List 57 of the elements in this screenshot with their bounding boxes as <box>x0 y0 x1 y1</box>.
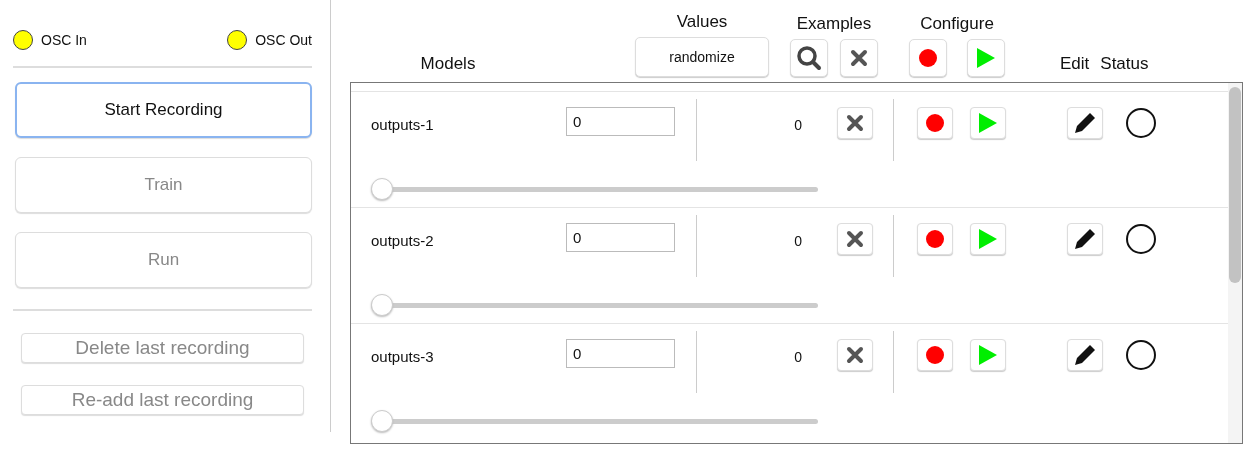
edit-button[interactable] <box>1067 339 1103 371</box>
column-header: Examples <box>796 14 872 34</box>
model-name: outputs-2 <box>371 231 435 249</box>
edit-button[interactable] <box>1067 223 1103 255</box>
edit-button[interactable] <box>1067 107 1103 139</box>
column-header: Values <box>676 12 728 32</box>
slider[interactable] <box>371 294 818 316</box>
close-icon <box>846 230 864 248</box>
status-icon <box>1126 108 1156 138</box>
clear-button[interactable] <box>837 107 873 139</box>
close-icon <box>850 49 868 67</box>
pencil-icon <box>1072 342 1098 368</box>
play-icon <box>978 112 998 134</box>
record-button[interactable] <box>917 223 953 255</box>
status-icon <box>1126 340 1156 370</box>
clear-button[interactable] <box>837 223 873 255</box>
play-icon <box>978 228 998 250</box>
column-header: Configure <box>920 14 994 34</box>
value-field[interactable]: 0 <box>566 339 675 368</box>
clear-button[interactable] <box>837 339 873 371</box>
action-button[interactable]: Start Recording <box>15 82 312 138</box>
randomize-button[interactable]: randomize <box>635 37 769 77</box>
indicator-label: OSC Out <box>255 32 312 48</box>
play-icon <box>978 344 998 366</box>
column-header: Edit <box>1060 54 1090 75</box>
example-count: 0 <box>793 116 803 133</box>
slider-thumb[interactable] <box>371 409 393 432</box>
close-icon <box>846 114 864 132</box>
model-name: outputs-1 <box>371 115 435 133</box>
indicator-label: OSC In <box>41 32 87 48</box>
record-icon <box>925 345 945 365</box>
model-name: outputs-3 <box>371 347 435 365</box>
value-field[interactable]: 0 <box>566 223 675 252</box>
record-button[interactable] <box>917 107 953 139</box>
record-icon <box>918 48 938 68</box>
column-header: Models <box>419 54 477 75</box>
value-field[interactable]: 0 <box>566 107 675 136</box>
record-icon <box>925 229 945 249</box>
scrollbar-thumb[interactable] <box>1229 87 1241 283</box>
slider-thumb[interactable] <box>371 177 393 200</box>
close-icon <box>846 346 864 364</box>
column-header: Status <box>1100 54 1149 75</box>
search-icon <box>796 45 822 71</box>
record-button[interactable] <box>917 339 953 371</box>
search-button[interactable] <box>790 39 828 77</box>
pencil-icon <box>1072 226 1098 252</box>
example-count: 0 <box>793 348 803 365</box>
pencil-icon <box>1072 110 1098 136</box>
slider[interactable] <box>371 178 818 200</box>
clear-button[interactable] <box>840 39 878 77</box>
play-icon <box>976 47 996 69</box>
record-button[interactable] <box>909 39 947 77</box>
example-count: 0 <box>793 232 803 249</box>
record-icon <box>925 113 945 133</box>
status-icon <box>1126 224 1156 254</box>
slider[interactable] <box>371 410 818 432</box>
slider-thumb[interactable] <box>371 293 393 316</box>
